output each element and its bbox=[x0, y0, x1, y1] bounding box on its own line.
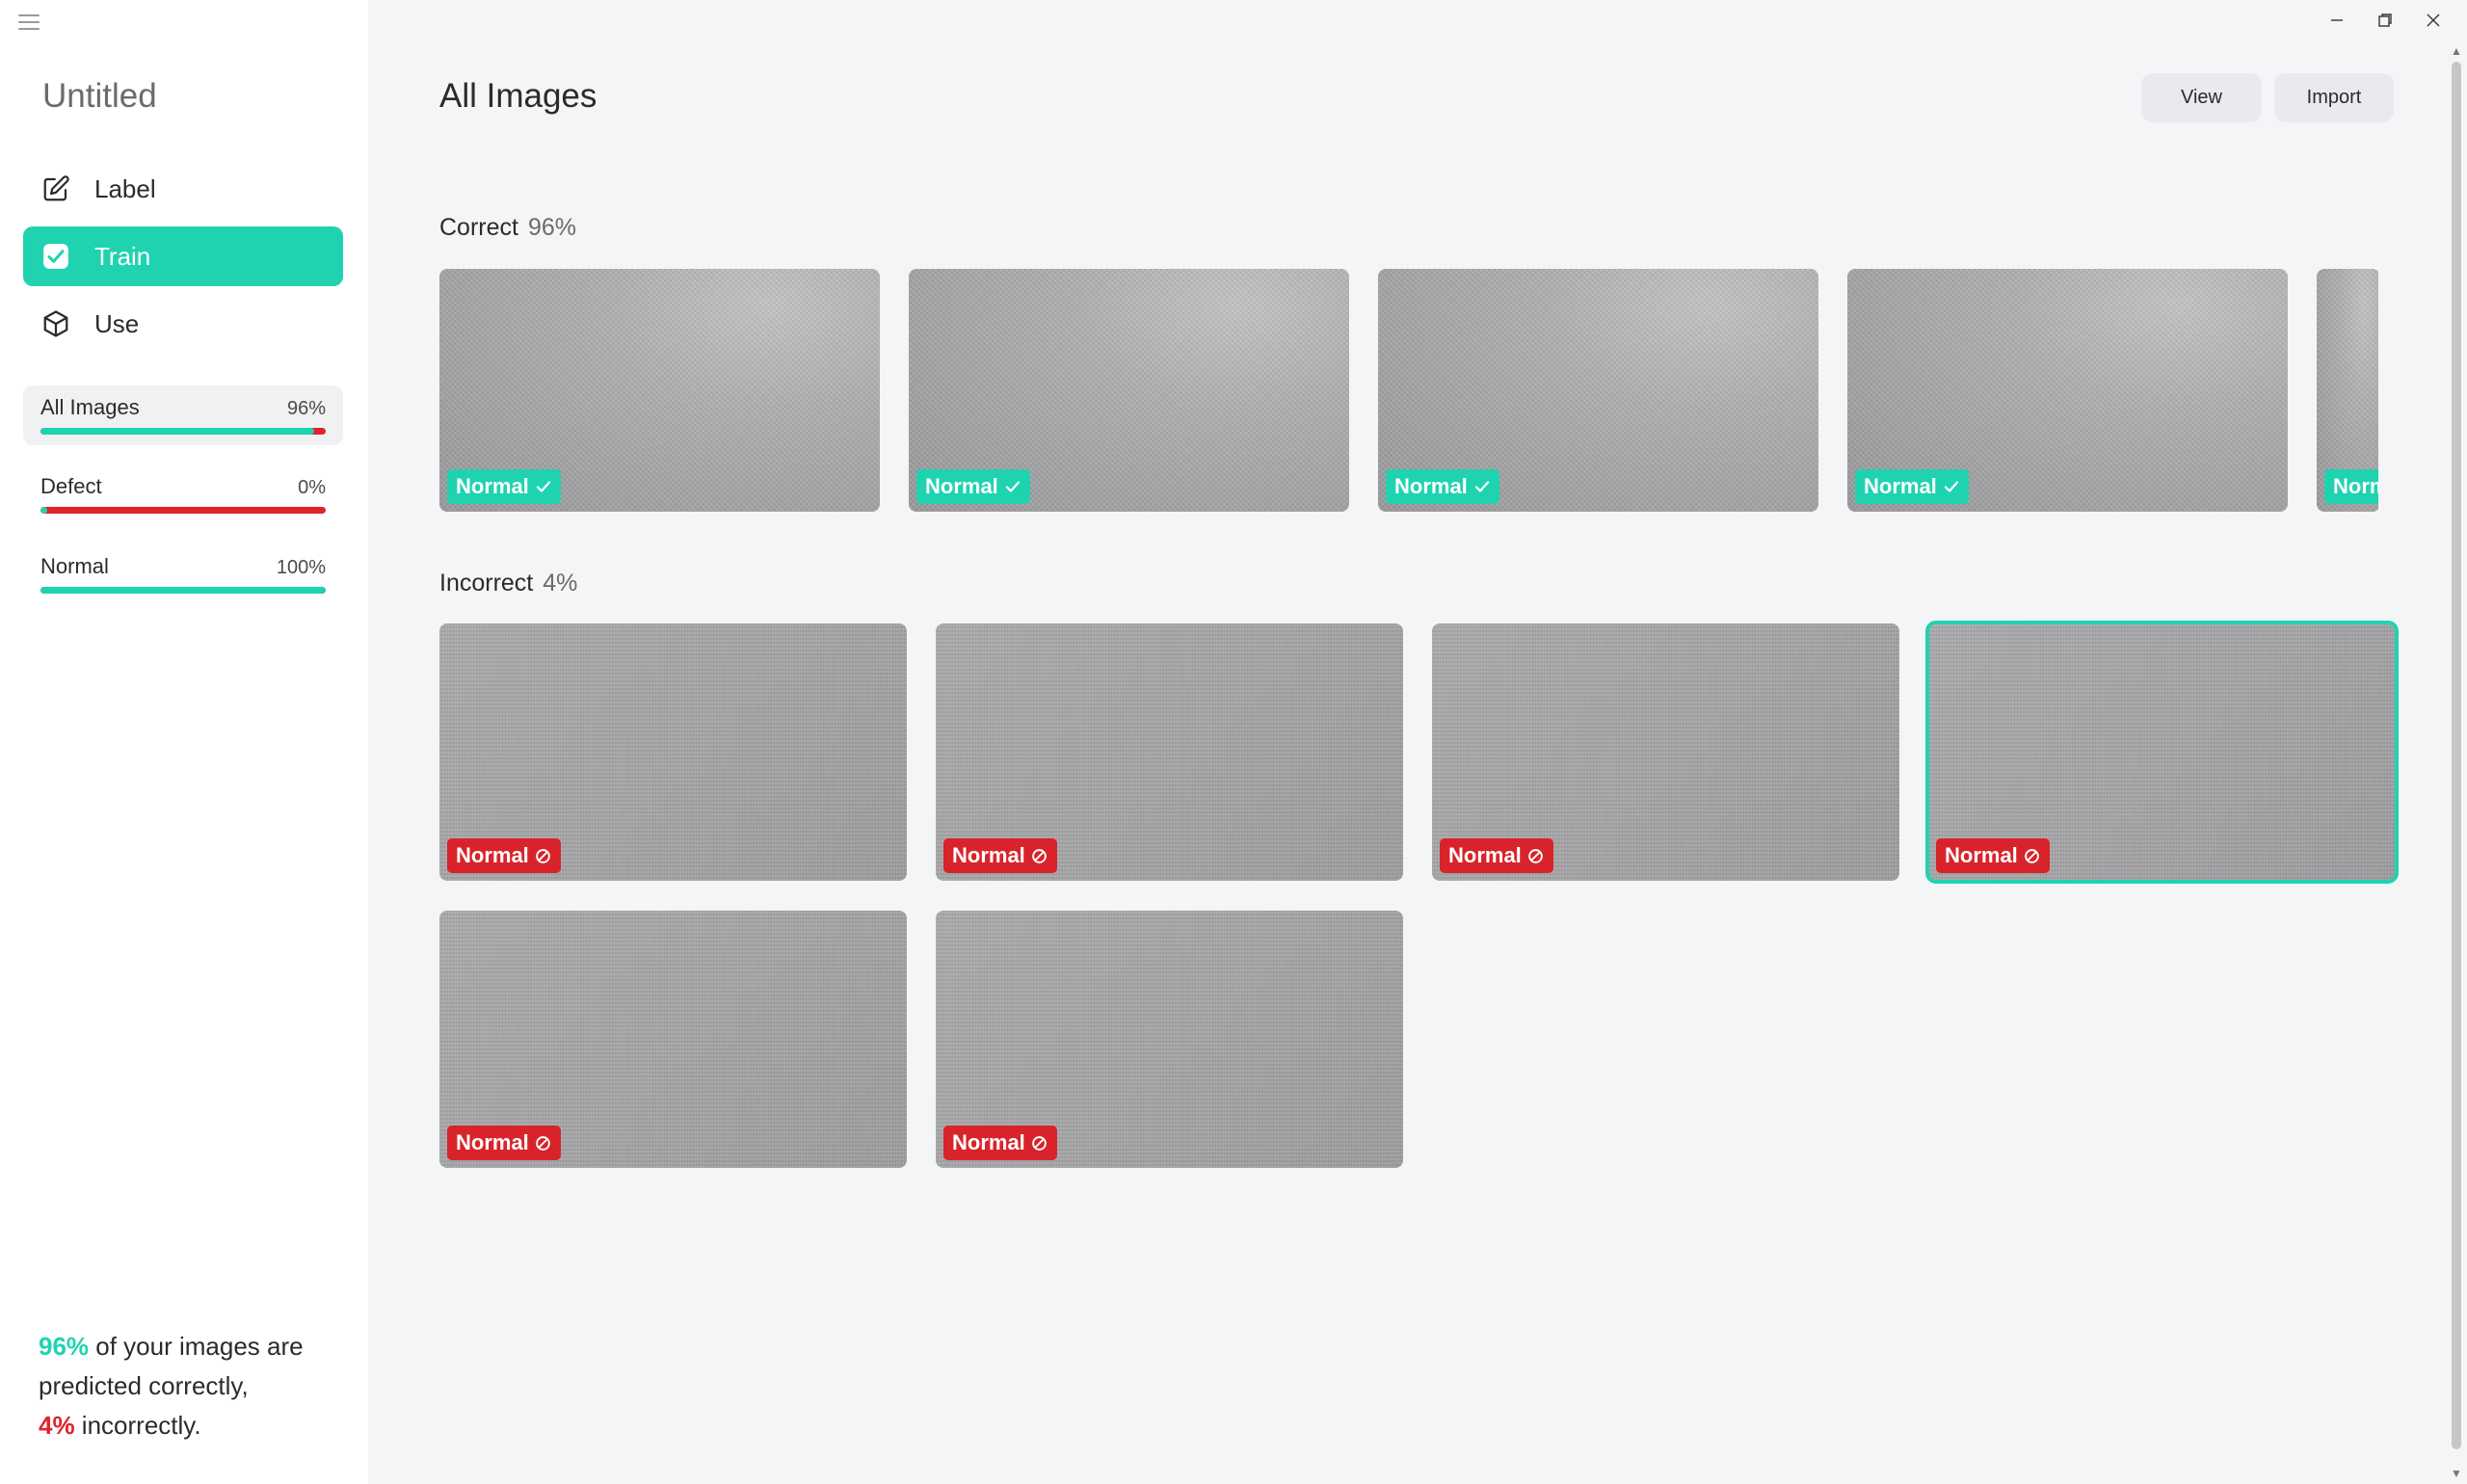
stat-name: Normal bbox=[40, 554, 109, 578]
check-icon bbox=[1943, 478, 1960, 495]
label-badge: Normal bbox=[447, 838, 561, 873]
check-icon bbox=[1004, 478, 1021, 495]
label-badge: Normal bbox=[2324, 469, 2378, 504]
stat-name: Defect bbox=[40, 474, 102, 498]
image-tile[interactable]: Normal bbox=[909, 269, 1349, 512]
stat-value: 96% bbox=[286, 398, 326, 419]
minimize-icon[interactable] bbox=[2321, 6, 2353, 35]
correct-image-row: Normal Normal Normal Normal Normal bbox=[439, 269, 2378, 512]
stat-value: 100% bbox=[276, 557, 326, 578]
stat-name: All Images bbox=[40, 395, 140, 419]
summary-correct-pct: 96% bbox=[39, 1332, 90, 1361]
badge-label: Normal bbox=[2333, 474, 2378, 498]
stat-defect[interactable]: Defect 0% bbox=[23, 464, 343, 524]
prohibited-icon bbox=[1031, 847, 1048, 864]
section-label: Correct bbox=[439, 214, 518, 241]
accuracy-summary: 96% of your images are predicted correct… bbox=[39, 1327, 347, 1445]
image-tile[interactable]: Normal bbox=[936, 911, 1403, 1168]
sidebar: Untitled Label Train Use All Images 96% … bbox=[0, 0, 368, 1484]
badge-label: Normal bbox=[925, 474, 998, 498]
accuracy-bar bbox=[40, 428, 326, 435]
image-tile[interactable]: Normal bbox=[1432, 623, 1899, 881]
prohibited-icon bbox=[1527, 847, 1545, 864]
close-icon[interactable] bbox=[2417, 6, 2450, 35]
nav-label: Use bbox=[94, 308, 140, 338]
page-title: All Images bbox=[439, 77, 597, 115]
section-pct: 96% bbox=[527, 214, 577, 241]
label-badge: Normal bbox=[447, 1126, 561, 1160]
window-controls bbox=[2321, 6, 2450, 35]
image-tile[interactable]: Normal bbox=[1378, 269, 1818, 512]
image-tile[interactable]: Normal bbox=[936, 623, 1403, 881]
vertical-scrollbar[interactable]: ▲ ▼ bbox=[2446, 42, 2467, 1484]
prohibited-icon bbox=[1031, 1134, 1048, 1152]
section-correct-header: Correct 96% bbox=[439, 214, 576, 242]
image-tile[interactable]: Normal bbox=[1847, 269, 2288, 512]
label-badge: Normal bbox=[447, 469, 561, 504]
label-badge: Normal bbox=[943, 1126, 1057, 1160]
import-button[interactable]: Import bbox=[2274, 73, 2394, 122]
scroll-down-icon[interactable]: ▼ bbox=[2450, 1467, 2463, 1480]
badge-label: Normal bbox=[1394, 474, 1468, 498]
badge-label: Normal bbox=[456, 1130, 529, 1154]
label-badge: Normal bbox=[1386, 469, 1499, 504]
badge-label: Normal bbox=[1864, 474, 1937, 498]
stat-value: 0% bbox=[298, 477, 326, 498]
section-pct: 4% bbox=[543, 570, 578, 596]
badge-label: Normal bbox=[952, 843, 1025, 867]
project-title[interactable]: Untitled bbox=[42, 77, 157, 116]
summary-text: incorrectly. bbox=[74, 1411, 201, 1440]
label-badge: Normal bbox=[1936, 838, 2050, 873]
nav-item-use[interactable]: Use bbox=[23, 294, 343, 354]
accuracy-bar bbox=[40, 587, 326, 594]
label-badge: Normal bbox=[916, 469, 1030, 504]
nav-item-label[interactable]: Label bbox=[23, 159, 343, 219]
edit-icon bbox=[40, 173, 71, 204]
badge-label: Normal bbox=[952, 1130, 1025, 1154]
summary-text: of your images are bbox=[89, 1332, 304, 1361]
summary-text: predicted correctly, bbox=[39, 1371, 249, 1400]
image-tile[interactable]: Normal bbox=[439, 269, 880, 512]
label-badge: Normal bbox=[1440, 838, 1553, 873]
image-tile-selected[interactable]: Normal bbox=[1925, 621, 2399, 884]
label-badge: Normal bbox=[943, 838, 1057, 873]
restore-icon[interactable] bbox=[2369, 6, 2401, 35]
checkbox-icon bbox=[40, 241, 71, 272]
accuracy-bar bbox=[40, 507, 326, 514]
image-tile[interactable]: Normal bbox=[2317, 269, 2378, 512]
prohibited-icon bbox=[2024, 847, 2041, 864]
summary-incorrect-pct: 4% bbox=[39, 1411, 75, 1440]
prohibited-icon bbox=[535, 847, 552, 864]
nav-label: Label bbox=[94, 173, 156, 203]
incorrect-image-row: Normal Normal Normal Normal bbox=[439, 621, 2425, 884]
check-icon bbox=[535, 478, 552, 495]
stat-normal[interactable]: Normal 100% bbox=[23, 544, 343, 604]
check-icon bbox=[1473, 478, 1491, 495]
view-button[interactable]: View bbox=[2141, 73, 2262, 122]
badge-label: Normal bbox=[1945, 843, 2018, 867]
stat-all-images[interactable]: All Images 96% bbox=[23, 385, 343, 445]
label-badge: Normal bbox=[1855, 469, 1969, 504]
section-incorrect-header: Incorrect 4% bbox=[439, 570, 577, 597]
scroll-thumb[interactable] bbox=[2452, 62, 2461, 1449]
image-tile[interactable]: Normal bbox=[439, 911, 907, 1168]
badge-label: Normal bbox=[456, 474, 529, 498]
prohibited-icon bbox=[535, 1134, 552, 1152]
nav-item-train[interactable]: Train bbox=[23, 226, 343, 286]
scroll-up-icon[interactable]: ▲ bbox=[2450, 44, 2463, 58]
incorrect-image-row: Normal Normal bbox=[439, 911, 1432, 1168]
badge-label: Normal bbox=[1448, 843, 1522, 867]
cube-icon bbox=[40, 308, 71, 339]
badge-label: Normal bbox=[456, 843, 529, 867]
menu-icon[interactable] bbox=[18, 14, 40, 30]
nav-label: Train bbox=[94, 241, 151, 271]
image-tile[interactable]: Normal bbox=[439, 623, 907, 881]
section-label: Incorrect bbox=[439, 570, 534, 596]
